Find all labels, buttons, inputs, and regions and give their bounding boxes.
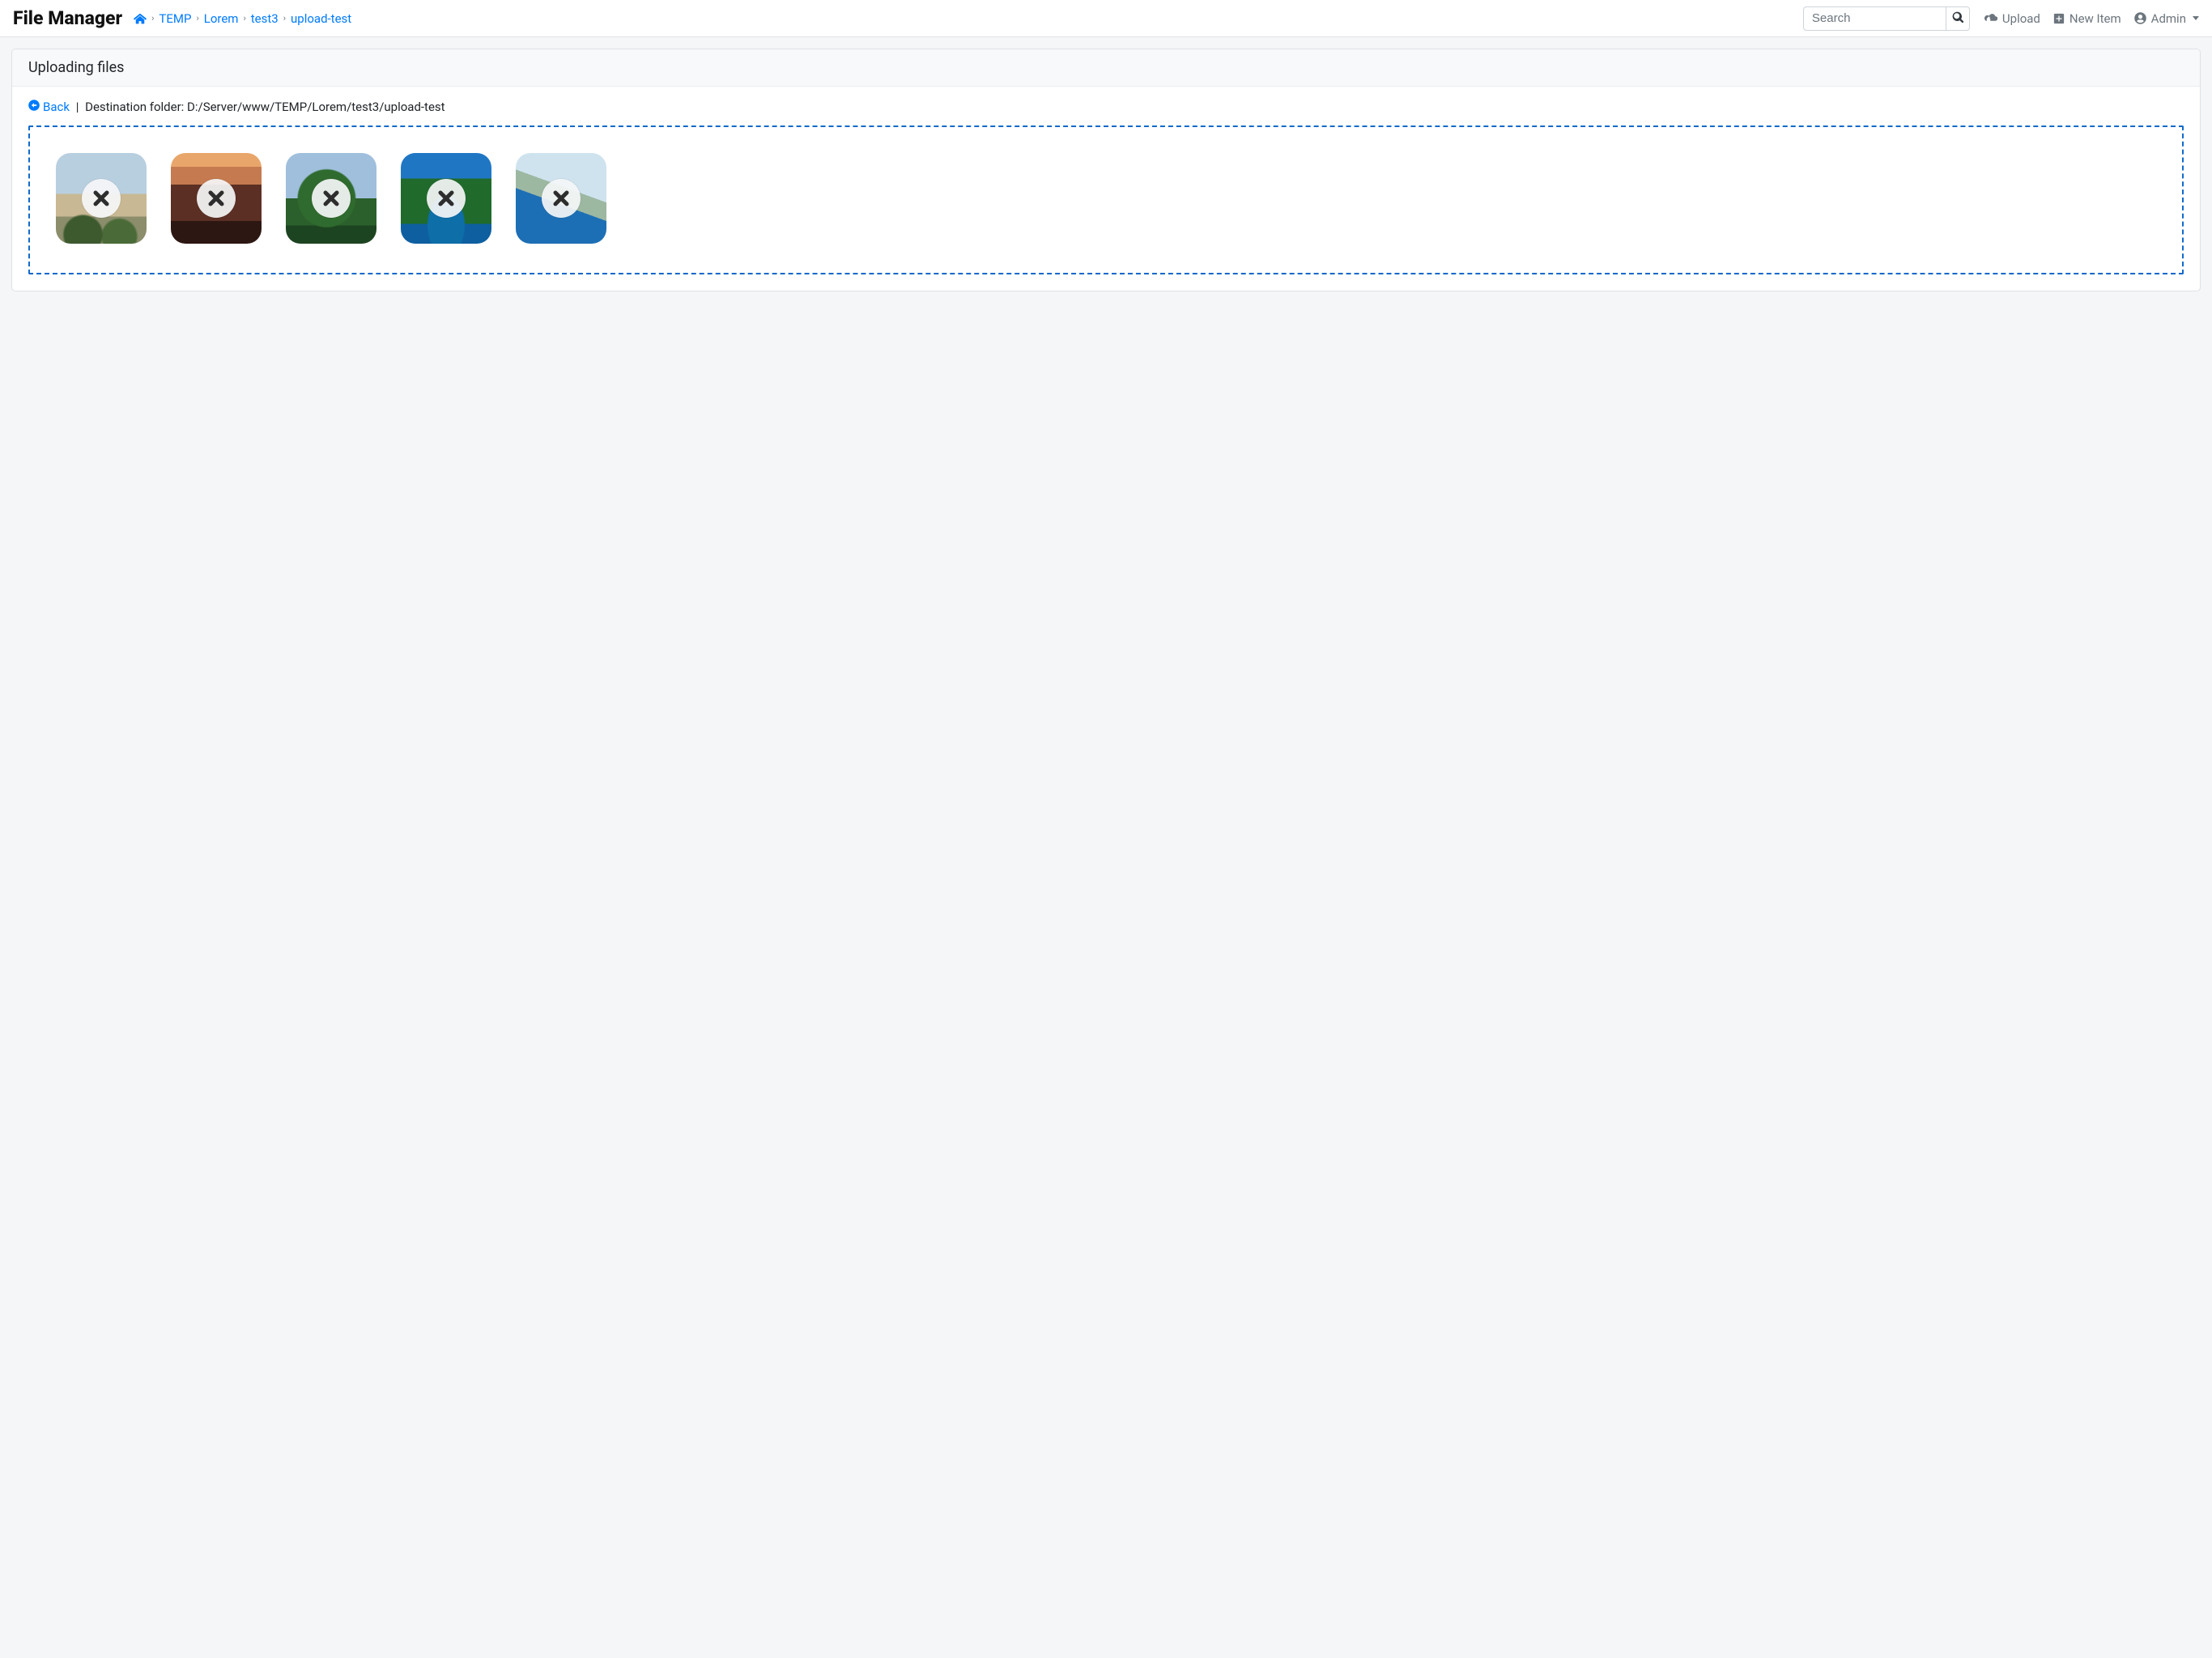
remove-upload-button[interactable] xyxy=(197,179,236,218)
upload-thumb[interactable] xyxy=(516,153,606,244)
search-icon xyxy=(1952,11,1963,25)
dropzone[interactable] xyxy=(28,125,2184,274)
remove-upload-button[interactable] xyxy=(542,179,581,218)
breadcrumb-sep: › xyxy=(243,13,245,23)
arrow-left-circle-icon xyxy=(28,100,40,114)
upload-link[interactable]: Upload xyxy=(1984,11,2040,26)
cloud-upload-icon xyxy=(1984,13,1997,23)
search xyxy=(1803,6,1970,31)
destination-line: Back | Destination folder: D:/Server/www… xyxy=(28,100,2184,114)
brand[interactable]: File Manager xyxy=(13,7,122,29)
upload-thumb[interactable] xyxy=(171,153,262,244)
close-icon xyxy=(206,189,226,208)
upload-thumb[interactable] xyxy=(56,153,147,244)
page-body: Uploading files Back | Destination folde… xyxy=(0,37,2212,303)
close-icon xyxy=(91,189,111,208)
navbar: File Manager › TEMP › Lorem › test3 › up… xyxy=(0,0,2212,37)
user-menu[interactable]: Admin xyxy=(2134,11,2199,26)
dest-prefix: Destination folder: xyxy=(85,100,187,114)
breadcrumb-item-upload-test[interactable]: upload-test xyxy=(291,11,351,26)
remove-upload-button[interactable] xyxy=(427,179,466,218)
card-header: Uploading files xyxy=(12,49,2200,87)
home-icon[interactable] xyxy=(134,13,147,24)
chevron-down-icon xyxy=(2193,16,2199,20)
close-icon xyxy=(551,189,571,208)
separator: | xyxy=(76,100,79,114)
plus-square-icon xyxy=(2053,13,2065,24)
nav-actions: Upload New Item Admin xyxy=(1984,11,2199,26)
breadcrumb: › TEMP › Lorem › test3 › upload-test xyxy=(134,11,351,26)
search-button[interactable] xyxy=(1946,6,1970,31)
breadcrumb-item-lorem[interactable]: Lorem xyxy=(204,11,239,26)
breadcrumb-sep: › xyxy=(151,13,154,23)
breadcrumb-item-temp[interactable]: TEMP xyxy=(159,11,191,26)
breadcrumb-item-test3[interactable]: test3 xyxy=(251,11,279,26)
back-label: Back xyxy=(43,100,70,114)
upload-card: Uploading files Back | Destination folde… xyxy=(11,49,2201,291)
close-icon xyxy=(436,189,456,208)
upload-label: Upload xyxy=(2002,11,2040,26)
user-circle-icon xyxy=(2134,12,2146,24)
remove-upload-button[interactable] xyxy=(312,179,351,218)
breadcrumb-sep: › xyxy=(283,13,286,23)
breadcrumb-sep: › xyxy=(196,13,198,23)
back-link[interactable]: Back xyxy=(28,100,70,114)
new-item-label: New Item xyxy=(2069,11,2121,26)
upload-thumb[interactable] xyxy=(286,153,376,244)
user-label: Admin xyxy=(2151,11,2186,26)
card-body: Back | Destination folder: D:/Server/www… xyxy=(12,87,2200,291)
close-icon xyxy=(321,189,341,208)
upload-thumb[interactable] xyxy=(401,153,491,244)
remove-upload-button[interactable] xyxy=(82,179,121,218)
new-item-link[interactable]: New Item xyxy=(2053,11,2121,26)
search-input[interactable] xyxy=(1803,6,1946,31)
dest-path: D:/Server/www/TEMP/Lorem/test3/upload-te… xyxy=(187,100,445,114)
